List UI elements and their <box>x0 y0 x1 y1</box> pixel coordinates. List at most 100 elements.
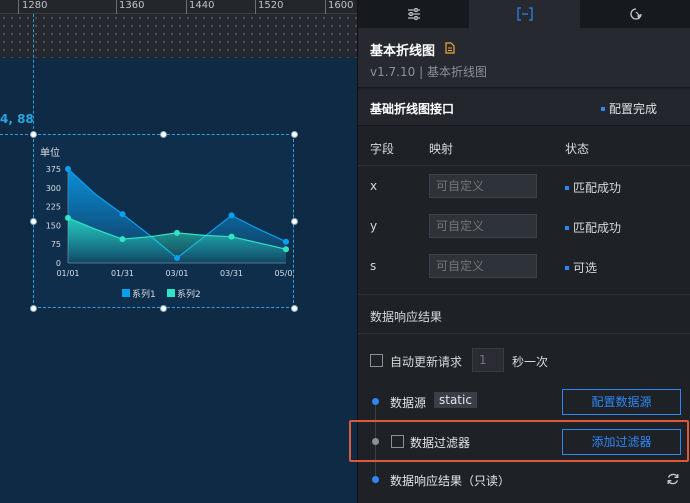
data-point <box>228 233 235 240</box>
component-title: 基本折线图 <box>370 44 436 59</box>
x-tick-label: 05/01 <box>274 269 294 278</box>
datasource-label: 数据源 <box>390 396 427 410</box>
app-root: 1280 1360 1440 1520 1600 4, 88 单位 0 75 150 2… <box>0 0 690 503</box>
api-title: 基础折线图接口 <box>370 102 455 116</box>
api-section-header[interactable]: 基础折线图接口 配置完成 <box>358 90 690 126</box>
ruler-tick <box>325 0 326 14</box>
sliders-icon <box>407 8 420 20</box>
legend-swatch <box>122 289 130 297</box>
field-state-text: 匹配成功 <box>573 221 622 235</box>
data-point <box>283 246 289 253</box>
data-point <box>283 238 289 245</box>
step-dot-icon <box>372 398 379 405</box>
component-header: 基本折线图 v1.7.10 | 基本折线图 <box>358 28 690 88</box>
position-readout: 4, 88 <box>0 112 34 126</box>
header-mapping: 映射 <box>429 142 454 156</box>
x-tick-label: 03/01 <box>165 269 188 278</box>
auto-update-label: 自动更新请求 <box>390 355 463 369</box>
ruler-tick <box>255 0 256 14</box>
line-chart[interactable]: 单位 0 75 150 225 300 375 01/01 01/31 03/01 03/31 05/… <box>33 134 294 308</box>
y-axis-title: 单位 <box>40 146 60 159</box>
canvas-grid <box>0 14 357 58</box>
field-mapping-table: 字段 映射 状态 x 匹配成功 y 匹配成功 s 可选 <box>358 127 690 289</box>
filter-highlight-box <box>349 420 689 462</box>
y-tick-label: 75 <box>51 240 61 249</box>
auto-update-checkbox[interactable] <box>370 354 383 367</box>
resize-handle-bottom-left[interactable] <box>30 305 37 312</box>
tab-config[interactable] <box>358 0 469 28</box>
y-tick-label: 150 <box>46 221 61 230</box>
horizontal-guide-line <box>0 134 33 135</box>
resize-handle-bottom[interactable] <box>160 305 167 312</box>
data-bracket-icon <box>516 7 533 21</box>
y-tick-label: 300 <box>46 184 61 193</box>
field-state: 匹配成功 <box>565 219 621 236</box>
data-point <box>65 166 71 172</box>
status-dot-icon <box>565 225 569 230</box>
y-tick-label: 225 <box>46 203 61 212</box>
mapping-input-x[interactable] <box>429 174 537 198</box>
api-status: 配置完成 <box>601 100 657 117</box>
design-canvas[interactable]: 1280 1360 1440 1520 1600 4, 88 单位 0 75 150 2… <box>0 0 357 503</box>
data-point <box>119 236 126 243</box>
panel-tabs <box>358 0 690 28</box>
y-tick-label: 0 <box>56 259 61 268</box>
ruler-label: 1600 <box>328 0 354 11</box>
data-point <box>119 211 126 218</box>
legend-swatch <box>167 289 175 297</box>
tab-data[interactable] <box>469 0 580 28</box>
configure-datasource-button[interactable]: 配置数据源 <box>562 389 681 415</box>
x-tick-label: 01/31 <box>111 269 134 278</box>
resize-handle-left[interactable] <box>30 218 37 225</box>
ruler-label: 1440 <box>189 0 215 11</box>
status-dot-icon <box>565 265 569 270</box>
auto-update-row: 自动更新请求 秒一次 <box>358 346 690 376</box>
horizontal-ruler: 1280 1360 1440 1520 1600 <box>0 0 357 14</box>
header-field: 字段 <box>370 142 395 156</box>
field-name: x <box>370 179 378 193</box>
ruler-label: 1520 <box>258 0 284 11</box>
field-name: s <box>370 259 377 273</box>
divider <box>358 165 690 166</box>
data-point <box>174 229 180 236</box>
legend-label: 系列1 <box>132 288 156 300</box>
ruler-label: 1280 <box>22 0 48 11</box>
refresh-icon[interactable] <box>666 472 680 486</box>
resize-handle-top[interactable] <box>160 131 167 138</box>
data-point <box>228 212 235 219</box>
interval-unit: 秒一次 <box>512 355 549 369</box>
status-dot-icon <box>565 185 569 190</box>
interaction-icon <box>629 8 642 20</box>
field-state: 可选 <box>565 259 597 276</box>
component-version: v1.7.10 | 基本折线图 <box>370 65 487 79</box>
status-dot-icon <box>601 106 605 111</box>
mapping-input-y[interactable] <box>429 214 537 238</box>
field-state-text: 匹配成功 <box>573 181 622 195</box>
api-status-text: 配置完成 <box>609 102 658 116</box>
resize-handle-bottom-right[interactable] <box>291 305 298 312</box>
result-label: 数据响应结果（只读） <box>390 474 511 488</box>
datasource-row: 数据源 static 配置数据源 <box>358 386 690 418</box>
resize-handle-top-right[interactable] <box>291 131 298 138</box>
resize-handle-top-left[interactable] <box>30 131 37 138</box>
data-point <box>174 254 180 261</box>
mapping-input-s[interactable] <box>429 254 537 278</box>
datasource-type-badge: static <box>434 392 477 408</box>
field-state-text: 可选 <box>573 261 598 275</box>
step-dot-icon <box>372 476 379 483</box>
resize-handle-right[interactable] <box>291 218 298 225</box>
ruler-tick <box>18 0 19 14</box>
table-row: y 匹配成功 <box>358 207 690 247</box>
table-row: x 匹配成功 <box>358 167 690 207</box>
x-tick-label: 01/01 <box>56 269 79 278</box>
response-section-header: 数据响应结果 <box>358 294 690 334</box>
y-tick-label: 375 <box>46 165 61 174</box>
tab-interaction[interactable] <box>580 0 690 28</box>
result-row: 数据响应结果（只读） <box>358 468 690 492</box>
document-icon[interactable] <box>445 42 455 54</box>
legend-label: 系列2 <box>177 288 201 300</box>
field-state: 匹配成功 <box>565 179 621 196</box>
field-name: y <box>370 219 378 233</box>
interval-input[interactable] <box>472 348 504 372</box>
response-title: 数据响应结果 <box>370 310 443 324</box>
